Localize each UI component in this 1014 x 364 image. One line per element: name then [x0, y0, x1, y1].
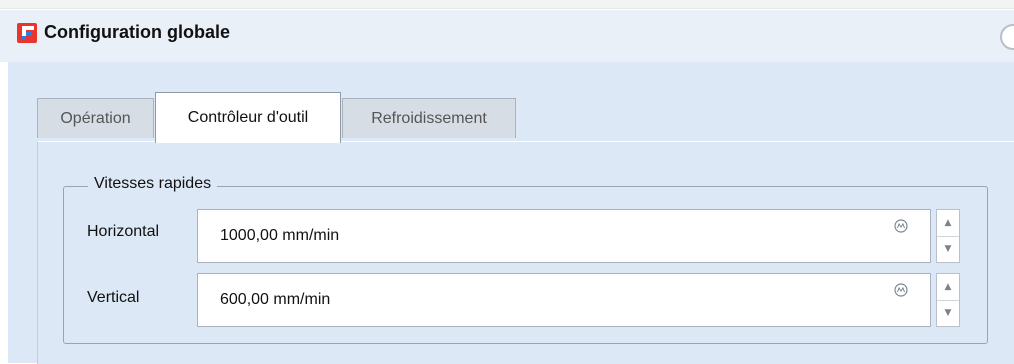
dialog-header: Configuration globale [0, 10, 1014, 62]
app-logo-icon [17, 23, 37, 43]
increment-arrow-icon[interactable]: ▲ [937, 274, 959, 301]
help-button[interactable] [1000, 24, 1014, 50]
dialog-title: Configuration globale [44, 22, 230, 42]
formula-icon[interactable] [894, 283, 908, 297]
formula-icon[interactable] [894, 219, 908, 233]
tab-tool-controller[interactable]: Contrôleur d'outil [155, 92, 341, 143]
increment-arrow-icon[interactable]: ▲ [937, 210, 959, 237]
window-top-strip [0, 0, 1014, 9]
vertical-label: Vertical [87, 289, 140, 306]
horizontal-speed-value: 1000,00 mm/min [220, 227, 340, 244]
decrement-arrow-icon[interactable]: ▼ [937, 236, 959, 262]
vertical-speed-input[interactable]: 600,00 mm/min [197, 273, 931, 327]
tab-label: Contrôleur d'outil [187, 109, 309, 126]
vertical-speed-stepper[interactable]: ▲ ▼ [936, 273, 960, 327]
tab-operation[interactable]: Opération [37, 98, 154, 138]
horizontal-speed-stepper[interactable]: ▲ ▼ [936, 209, 960, 263]
decrement-arrow-icon[interactable]: ▼ [937, 300, 959, 326]
tab-label: Refroidissement [371, 109, 487, 127]
tab-cooling[interactable]: Refroidissement [342, 98, 516, 138]
vertical-speed-value: 600,00 mm/min [220, 291, 331, 308]
horizontal-speed-input[interactable]: 1000,00 mm/min [197, 209, 931, 263]
group-legend: Vitesses rapides [88, 175, 218, 193]
horizontal-label: Horizontal [87, 223, 160, 240]
tab-label: Opération [60, 109, 131, 127]
